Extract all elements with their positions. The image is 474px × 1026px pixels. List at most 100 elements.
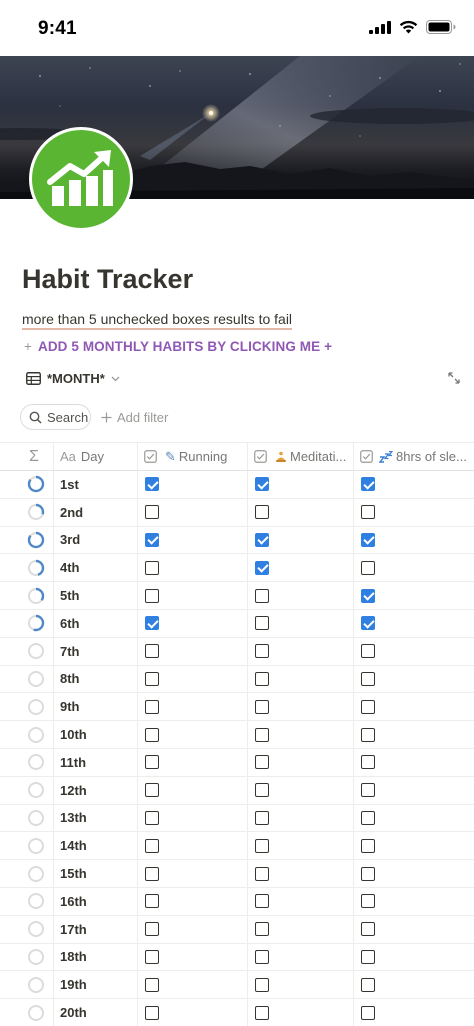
meditation-checkbox[interactable] bbox=[255, 894, 269, 909]
meditation-checkbox[interactable] bbox=[255, 560, 269, 575]
day-cell[interactable]: 16th bbox=[53, 887, 137, 915]
day-cell[interactable]: 3rd bbox=[53, 526, 137, 554]
running-checkbox[interactable] bbox=[145, 616, 159, 631]
running-checkbox[interactable] bbox=[145, 532, 159, 547]
table-row[interactable]: 17th bbox=[0, 915, 474, 944]
table-row[interactable]: 2nd bbox=[0, 498, 474, 527]
table-row[interactable]: 6th bbox=[0, 609, 474, 638]
column-header-progress[interactable]: Σ bbox=[18, 443, 53, 470]
day-cell[interactable]: 12th bbox=[53, 776, 137, 804]
running-checkbox[interactable] bbox=[145, 588, 159, 603]
sleep-checkbox[interactable] bbox=[361, 644, 375, 659]
add-filter-button[interactable]: Add filter bbox=[101, 410, 168, 425]
table-row[interactable]: 20th bbox=[0, 999, 474, 1026]
table-row[interactable]: 13th bbox=[0, 804, 474, 833]
sleep-checkbox[interactable] bbox=[361, 866, 375, 881]
sleep-checkbox[interactable] bbox=[361, 505, 375, 520]
day-cell[interactable]: 13th bbox=[53, 804, 137, 832]
meditation-checkbox[interactable] bbox=[255, 616, 269, 631]
meditation-checkbox[interactable] bbox=[255, 727, 269, 742]
sleep-checkbox[interactable] bbox=[361, 477, 375, 492]
table-row[interactable]: 14th bbox=[0, 832, 474, 861]
day-cell[interactable]: 9th bbox=[53, 693, 137, 721]
day-cell[interactable]: 5th bbox=[53, 582, 137, 609]
running-checkbox[interactable] bbox=[145, 560, 159, 575]
sleep-checkbox[interactable] bbox=[361, 699, 375, 714]
meditation-checkbox[interactable] bbox=[255, 532, 269, 547]
day-cell[interactable]: 10th bbox=[53, 721, 137, 748]
running-checkbox[interactable] bbox=[145, 977, 159, 992]
meditation-checkbox[interactable] bbox=[255, 1005, 269, 1020]
running-checkbox[interactable] bbox=[145, 505, 159, 520]
running-checkbox[interactable] bbox=[145, 727, 159, 742]
meditation-checkbox[interactable] bbox=[255, 477, 269, 492]
day-cell[interactable]: 7th bbox=[53, 637, 137, 665]
meditation-checkbox[interactable] bbox=[255, 810, 269, 825]
meditation-checkbox[interactable] bbox=[255, 588, 269, 603]
running-checkbox[interactable] bbox=[145, 866, 159, 881]
sleep-checkbox[interactable] bbox=[361, 949, 375, 964]
column-header-sleep[interactable]: 8hrs of sle... bbox=[353, 443, 474, 470]
table-row[interactable]: 15th bbox=[0, 860, 474, 888]
running-checkbox[interactable] bbox=[145, 644, 159, 659]
column-header-day[interactable]: Aa Day bbox=[53, 443, 137, 470]
table-row[interactable]: 7th bbox=[0, 637, 474, 666]
column-header-meditation[interactable]: Meditati... bbox=[247, 443, 353, 470]
column-header-running[interactable]: ✎ Running bbox=[137, 443, 247, 470]
sleep-checkbox[interactable] bbox=[361, 616, 375, 631]
running-checkbox[interactable] bbox=[145, 922, 159, 937]
table-row[interactable]: 1st bbox=[0, 471, 474, 499]
trend-up-chart-icon[interactable] bbox=[29, 127, 133, 231]
day-cell[interactable]: 2nd bbox=[53, 498, 137, 526]
view-selector[interactable]: *MONTH* bbox=[26, 371, 120, 386]
sleep-checkbox[interactable] bbox=[361, 727, 375, 742]
sleep-checkbox[interactable] bbox=[361, 894, 375, 909]
running-checkbox[interactable] bbox=[145, 810, 159, 825]
day-cell[interactable]: 8th bbox=[53, 665, 137, 693]
sleep-checkbox[interactable] bbox=[361, 922, 375, 937]
meditation-checkbox[interactable] bbox=[255, 838, 269, 853]
sleep-checkbox[interactable] bbox=[361, 1005, 375, 1020]
running-checkbox[interactable] bbox=[145, 894, 159, 909]
running-checkbox[interactable] bbox=[145, 949, 159, 964]
meditation-checkbox[interactable] bbox=[255, 505, 269, 520]
table-row[interactable]: 19th bbox=[0, 971, 474, 1000]
table-row[interactable]: 4th bbox=[0, 554, 474, 583]
meditation-checkbox[interactable] bbox=[255, 699, 269, 714]
day-cell[interactable]: 19th bbox=[53, 971, 137, 999]
table-row[interactable]: 5th bbox=[0, 582, 474, 610]
table-row[interactable]: 18th bbox=[0, 943, 474, 972]
table-row[interactable]: 9th bbox=[0, 693, 474, 722]
table-row[interactable]: 10th bbox=[0, 721, 474, 749]
day-cell[interactable]: 6th bbox=[53, 609, 137, 637]
search-button[interactable]: Search bbox=[20, 404, 91, 430]
table-row[interactable]: 3rd bbox=[0, 526, 474, 555]
sleep-checkbox[interactable] bbox=[361, 810, 375, 825]
meditation-checkbox[interactable] bbox=[255, 755, 269, 770]
sleep-checkbox[interactable] bbox=[361, 783, 375, 798]
sleep-checkbox[interactable] bbox=[361, 755, 375, 770]
meditation-checkbox[interactable] bbox=[255, 783, 269, 798]
sleep-checkbox[interactable] bbox=[361, 532, 375, 547]
day-cell[interactable]: 20th bbox=[53, 999, 137, 1026]
day-cell[interactable]: 14th bbox=[53, 832, 137, 860]
day-cell[interactable]: 17th bbox=[53, 915, 137, 943]
meditation-checkbox[interactable] bbox=[255, 922, 269, 937]
sleep-checkbox[interactable] bbox=[361, 977, 375, 992]
running-checkbox[interactable] bbox=[145, 1005, 159, 1020]
table-row[interactable]: 8th bbox=[0, 665, 474, 694]
meditation-checkbox[interactable] bbox=[255, 949, 269, 964]
meditation-checkbox[interactable] bbox=[255, 671, 269, 686]
table-row[interactable]: 11th bbox=[0, 748, 474, 777]
add-habits-link[interactable]: + ADD 5 MONTHLY HABITS BY CLICKING ME + bbox=[24, 339, 332, 354]
meditation-checkbox[interactable] bbox=[255, 977, 269, 992]
running-checkbox[interactable] bbox=[145, 671, 159, 686]
day-cell[interactable]: 4th bbox=[53, 554, 137, 582]
day-cell[interactable]: 11th bbox=[53, 748, 137, 776]
sleep-checkbox[interactable] bbox=[361, 560, 375, 575]
meditation-checkbox[interactable] bbox=[255, 644, 269, 659]
sleep-checkbox[interactable] bbox=[361, 588, 375, 603]
table-row[interactable]: 12th bbox=[0, 776, 474, 805]
day-cell[interactable]: 18th bbox=[53, 943, 137, 971]
day-cell[interactable]: 1st bbox=[53, 471, 137, 498]
